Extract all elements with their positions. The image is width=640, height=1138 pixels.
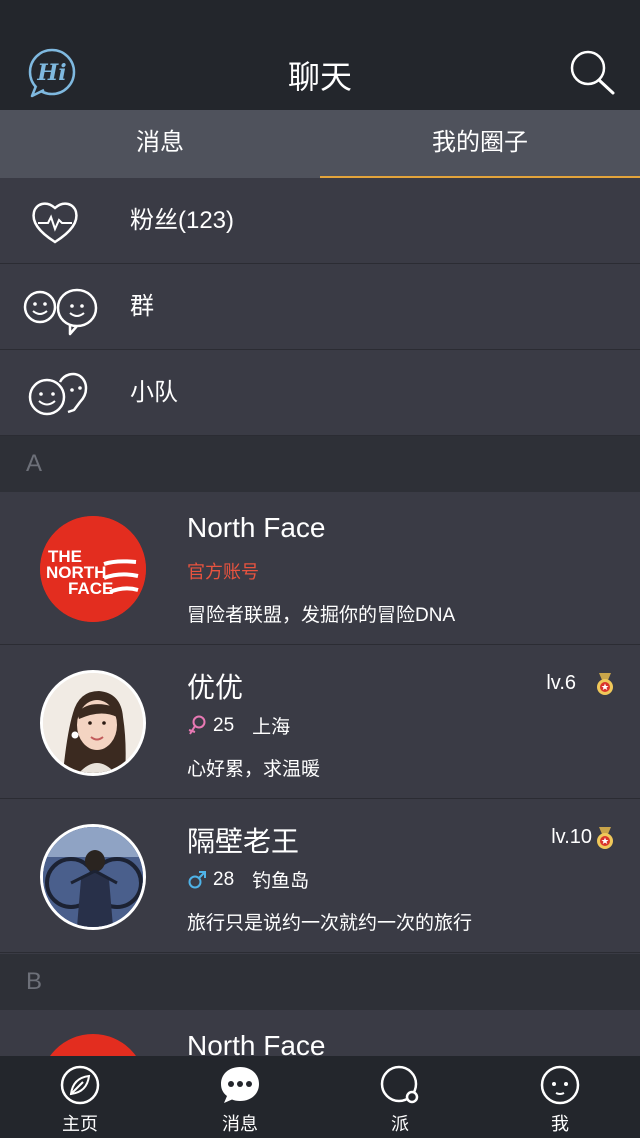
contact-age: 25 bbox=[213, 714, 235, 736]
male-icon bbox=[188, 870, 206, 888]
medal-badge-icon bbox=[597, 673, 613, 695]
official-account-tag: 官方账号 bbox=[187, 562, 259, 582]
level-label: lv.6 bbox=[546, 672, 576, 694]
section-header-a: A bbox=[0, 436, 640, 492]
section-letter: B bbox=[26, 968, 43, 995]
contact-message: 旅行只是说约一次就约一次的旅行 bbox=[187, 913, 473, 934]
team-label: 小队 bbox=[130, 379, 178, 406]
circle-icon bbox=[380, 1065, 419, 1104]
contact-name: 隔壁老王 bbox=[187, 826, 300, 857]
female-icon bbox=[188, 715, 206, 735]
nav-messages-label: 消息 bbox=[222, 1114, 258, 1134]
heart-pulse-icon bbox=[32, 202, 78, 244]
page-title: 聊天 bbox=[287, 59, 352, 95]
nav-home[interactable]: 主页 bbox=[0, 1056, 160, 1138]
contact-name: 优优 bbox=[187, 672, 244, 703]
contact-row-youyou[interactable]: 优优 lv.6 25 上海 心好累，求温暖 bbox=[0, 646, 640, 799]
contact-city: 钓鱼岛 bbox=[252, 871, 310, 892]
tab-my-circle[interactable]: 我的圈子 bbox=[320, 110, 640, 178]
contact-meta: 28 钓鱼岛 bbox=[187, 866, 309, 893]
section-letter: A bbox=[26, 450, 43, 477]
nav-me-label: 我 bbox=[551, 1114, 569, 1134]
face-icon bbox=[540, 1065, 580, 1105]
nav-pai[interactable]: 派 bbox=[320, 1056, 480, 1138]
tab-messages[interactable]: 消息 bbox=[0, 110, 320, 178]
tab-bar: 消息 我的圈子 bbox=[0, 110, 640, 178]
section-header-b: B bbox=[0, 954, 640, 1010]
group-chat-icon bbox=[23, 288, 98, 336]
fans-row[interactable]: 粉丝(123) bbox=[0, 178, 640, 264]
medal-badge-icon bbox=[597, 827, 613, 849]
contact-age: 28 bbox=[213, 868, 235, 890]
nav-home-label: 主页 bbox=[62, 1114, 98, 1134]
group-label: 群 bbox=[130, 293, 154, 320]
leaf-icon bbox=[60, 1065, 100, 1105]
contact-meta: 25 上海 bbox=[187, 712, 290, 739]
group-row[interactable]: 群 bbox=[0, 264, 640, 350]
fans-label: 粉丝(123) bbox=[130, 207, 235, 234]
search-icon[interactable] bbox=[566, 48, 618, 98]
contact-city: 上海 bbox=[252, 717, 291, 738]
bottom-navigation: 主页 消息 派 我 bbox=[0, 1056, 640, 1138]
north-face-logo-avatar: THE NORTH FACE bbox=[40, 516, 146, 622]
contact-message: 心好累，求温暖 bbox=[187, 759, 321, 780]
nav-messages[interactable]: 消息 bbox=[160, 1056, 320, 1138]
contact-row-laowang[interactable]: 隔壁老王 lv.10 28 钓鱼岛 旅行只是说约一次就约一次的旅行 bbox=[0, 800, 640, 953]
top-header: Hi 聊天 bbox=[0, 0, 640, 110]
level-label: lv.10 bbox=[551, 826, 592, 848]
contact-name: North Face bbox=[187, 512, 326, 543]
avatar bbox=[40, 670, 146, 776]
contact-message: 冒险者联盟，发掘你的冒险DNA bbox=[187, 605, 456, 626]
team-chat-icon bbox=[28, 372, 88, 416]
team-row[interactable]: 小队 bbox=[0, 350, 640, 436]
nav-pai-label: 派 bbox=[391, 1114, 409, 1134]
avatar bbox=[40, 824, 146, 930]
chat-bubble-icon bbox=[221, 1067, 259, 1103]
contact-row-north-face[interactable]: THE NORTH FACE North Face 官方账号 冒险者联盟，发掘你… bbox=[0, 492, 640, 645]
svg-text:FACE: FACE bbox=[68, 579, 113, 598]
nav-me[interactable]: 我 bbox=[480, 1056, 640, 1138]
